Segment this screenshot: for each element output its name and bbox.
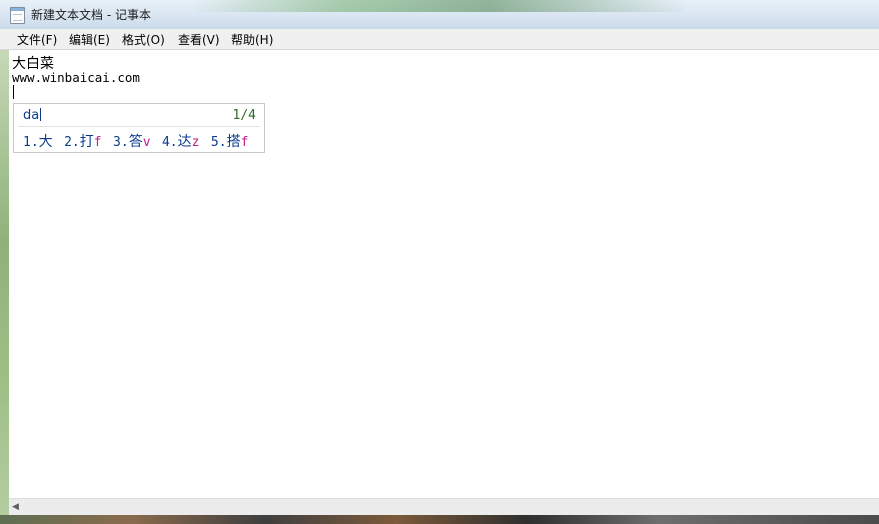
ime-input-text: da bbox=[23, 108, 40, 123]
candidate-char: 达 bbox=[177, 134, 192, 150]
horizontal-scrollbar[interactable]: ◀ bbox=[9, 498, 879, 516]
candidate-char: 搭 bbox=[226, 134, 241, 150]
ime-page-indicator[interactable]: 1/4 bbox=[233, 108, 256, 123]
candidate-number: 5. bbox=[210, 135, 227, 150]
candidate-number: 2. bbox=[64, 135, 80, 150]
candidate-char: 打 bbox=[79, 134, 94, 150]
candidate-hint: z bbox=[191, 135, 200, 150]
candidate-hint: f bbox=[93, 135, 102, 150]
window-title: 新建文本文档 - 记事本 bbox=[31, 8, 151, 22]
title-bar-background-glow bbox=[190, 0, 690, 12]
candidate-hint: v bbox=[142, 135, 151, 150]
candidate-char: 答 bbox=[128, 134, 143, 150]
menu-edit[interactable]: 编辑(E) bbox=[69, 31, 110, 48]
scroll-left-arrow-icon[interactable]: ◀ bbox=[12, 502, 19, 512]
menu-format[interactable]: 格式(O) bbox=[122, 31, 165, 48]
candidate-number: 4. bbox=[161, 135, 178, 150]
ime-caret bbox=[40, 108, 42, 121]
ime-candidate-2[interactable]: 2.打f bbox=[64, 134, 101, 150]
ime-candidate-1[interactable]: 1.大 bbox=[23, 134, 53, 150]
menu-view[interactable]: 查看(V) bbox=[178, 31, 220, 48]
document-line-2: www.winbaicai.com bbox=[12, 70, 140, 85]
candidate-char: 大 bbox=[38, 134, 53, 150]
notepad-icon[interactable] bbox=[10, 7, 25, 24]
ime-candidate-5[interactable]: 5.搭f bbox=[211, 134, 248, 150]
ime-candidate-3[interactable]: 3.答v bbox=[113, 134, 150, 150]
candidate-hint: f bbox=[240, 135, 249, 150]
desktop-background-strip bbox=[0, 50, 9, 524]
candidate-number: 1. bbox=[23, 135, 39, 150]
ime-candidate-window: da 1/4 1.大 2.打f 3.答v 4.达z 5.搭f bbox=[13, 103, 265, 153]
menu-bar: 文件(F) 编辑(E) 格式(O) 查看(V) 帮助(H) bbox=[0, 29, 879, 50]
menu-help[interactable]: 帮助(H) bbox=[231, 31, 273, 48]
ime-candidate-4[interactable]: 4.达z bbox=[162, 134, 199, 150]
ime-divider bbox=[18, 126, 260, 127]
title-bar[interactable]: 新建文本文档 - 记事本 bbox=[0, 0, 879, 30]
ime-candidate-list: 1.大 2.打f 3.答v 4.达z 5.搭f bbox=[23, 131, 255, 151]
taskbar-edge bbox=[0, 515, 879, 524]
ime-composition-input: da bbox=[23, 108, 42, 123]
text-caret bbox=[13, 85, 14, 99]
candidate-number: 3. bbox=[113, 135, 129, 150]
menu-file[interactable]: 文件(F) bbox=[17, 31, 57, 48]
